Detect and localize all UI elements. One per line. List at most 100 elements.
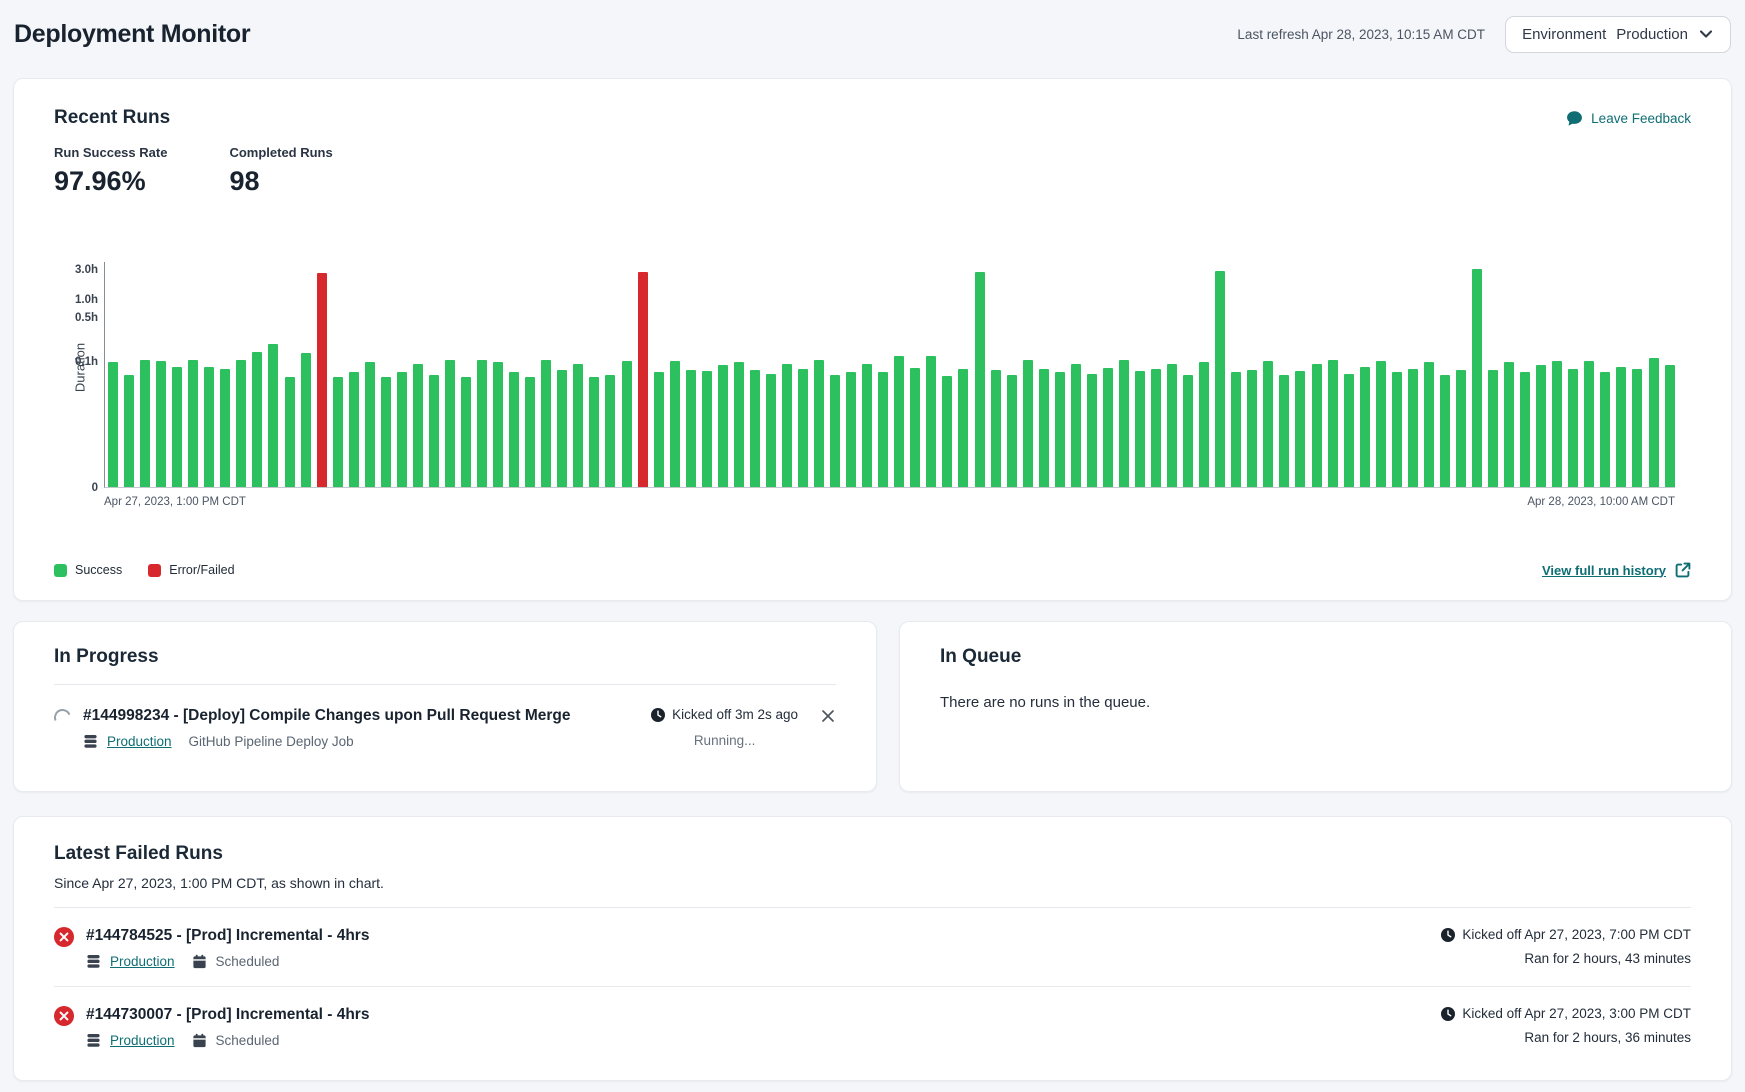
chart-bar[interactable] — [975, 272, 985, 488]
environment-dropdown[interactable]: Environment Production — [1505, 16, 1731, 53]
chart-bar[interactable] — [557, 370, 567, 487]
chart-bar[interactable] — [1520, 372, 1530, 487]
chart-bar[interactable] — [108, 362, 118, 487]
chart-bar[interactable] — [878, 372, 888, 487]
chart-bar[interactable] — [846, 372, 856, 487]
chart-bar[interactable] — [894, 356, 904, 487]
chart-bar[interactable] — [1616, 367, 1626, 487]
chart-bar[interactable] — [1071, 364, 1081, 487]
chart-bar[interactable] — [1263, 361, 1273, 487]
chart-bar[interactable] — [910, 368, 920, 488]
chart-bar[interactable] — [493, 362, 503, 487]
chart-bar[interactable] — [654, 372, 664, 487]
chart-bar[interactable] — [1167, 364, 1177, 487]
chart-bar[interactable] — [958, 369, 968, 488]
chart-bar[interactable] — [862, 364, 872, 487]
environment-link[interactable]: Production — [110, 1033, 175, 1048]
chart-bar[interactable] — [220, 369, 230, 488]
chart-bar[interactable] — [734, 362, 744, 487]
chart-bar[interactable] — [525, 377, 535, 487]
leave-feedback-link[interactable]: Leave Feedback — [1566, 110, 1691, 127]
chart-bar[interactable] — [236, 360, 246, 488]
chart-bar[interactable] — [926, 356, 936, 487]
chart-bar[interactable] — [1295, 371, 1305, 487]
chart-bar[interactable] — [1312, 364, 1322, 487]
chart-bar[interactable] — [204, 367, 214, 487]
chart-bar[interactable] — [541, 360, 551, 488]
chart-bar[interactable] — [702, 371, 712, 487]
chart-bar[interactable] — [1456, 370, 1466, 487]
chart-bar[interactable] — [1440, 375, 1450, 488]
chart-bar[interactable] — [686, 370, 696, 487]
chart-bar[interactable] — [766, 374, 776, 487]
chart-bar[interactable] — [1328, 360, 1338, 488]
chart-bar[interactable] — [317, 273, 327, 487]
chart-bar[interactable] — [1183, 375, 1193, 487]
chart-bar[interactable] — [1247, 370, 1257, 487]
chart-bar[interactable] — [1488, 370, 1498, 487]
chart-bar[interactable] — [140, 360, 150, 488]
chart-bar[interactable] — [942, 376, 952, 487]
chart-bar[interactable] — [589, 377, 599, 487]
chart-bar[interactable] — [1119, 360, 1129, 488]
chart-bar[interactable] — [718, 365, 728, 487]
chart-bar[interactable] — [301, 353, 311, 487]
close-icon[interactable] — [820, 708, 836, 724]
chart-bar[interactable] — [1632, 369, 1642, 488]
chart-bar[interactable] — [1376, 361, 1386, 487]
chart-bar[interactable] — [573, 364, 583, 487]
chart-bar[interactable] — [1199, 362, 1209, 487]
chart-bar[interactable] — [156, 361, 166, 487]
chart-bar[interactable] — [1568, 369, 1578, 488]
chart-bar[interactable] — [349, 372, 359, 487]
chart-bar[interactable] — [252, 352, 262, 487]
chart-bar[interactable] — [1504, 362, 1514, 487]
chart-bar[interactable] — [1103, 368, 1113, 488]
chart-bar[interactable] — [622, 361, 632, 487]
chart-bar[interactable] — [445, 360, 455, 488]
chart-bar[interactable] — [830, 375, 840, 488]
chart-bar[interactable] — [1231, 372, 1241, 487]
chart-bar[interactable] — [1039, 369, 1049, 488]
chart-bar[interactable] — [1279, 375, 1289, 488]
chart-bar[interactable] — [285, 377, 295, 487]
chart-bar[interactable] — [670, 361, 680, 487]
chart-bar[interactable] — [1087, 374, 1097, 487]
chart-bar[interactable] — [365, 362, 375, 487]
chart-bar[interactable] — [1408, 369, 1418, 488]
chart-bar[interactable] — [1424, 362, 1434, 487]
chart-bar[interactable] — [782, 364, 792, 487]
environment-link[interactable]: Production — [110, 954, 175, 969]
chart-bar[interactable] — [1552, 361, 1562, 487]
chart-bar[interactable] — [381, 377, 391, 487]
chart-bar[interactable] — [798, 369, 808, 488]
chart-bar[interactable] — [1344, 374, 1354, 487]
chart-bar[interactable] — [1135, 371, 1145, 487]
chart-bar[interactable] — [188, 360, 198, 488]
chart-bar[interactable] — [1472, 269, 1482, 487]
chart-bar[interactable] — [477, 360, 487, 488]
chart-bar[interactable] — [413, 364, 423, 487]
chart-bar[interactable] — [750, 370, 760, 487]
chart-bar[interactable] — [172, 367, 182, 487]
chart-bar[interactable] — [814, 360, 824, 488]
chart-bar[interactable] — [1584, 361, 1594, 487]
chart-bar[interactable] — [638, 272, 648, 487]
chart-bar[interactable] — [1600, 372, 1610, 487]
chart-bar[interactable] — [509, 372, 519, 487]
chart-bar[interactable] — [1360, 367, 1370, 487]
chart-bar[interactable] — [429, 375, 439, 488]
view-full-run-history-link[interactable]: View full run history — [1542, 562, 1691, 578]
environment-link[interactable]: Production — [107, 734, 172, 749]
chart-bar[interactable] — [1151, 369, 1161, 488]
chart-bar[interactable] — [991, 370, 1001, 487]
chart-bar[interactable] — [1649, 358, 1659, 487]
chart-bar[interactable] — [1215, 271, 1225, 487]
chart-bar[interactable] — [461, 377, 471, 487]
chart-bar[interactable] — [397, 372, 407, 487]
chart-bar[interactable] — [1023, 360, 1033, 488]
chart-bar[interactable] — [333, 377, 343, 487]
chart-bar[interactable] — [1007, 375, 1017, 487]
chart-bar[interactable] — [605, 375, 615, 488]
chart-bar[interactable] — [1392, 372, 1402, 487]
